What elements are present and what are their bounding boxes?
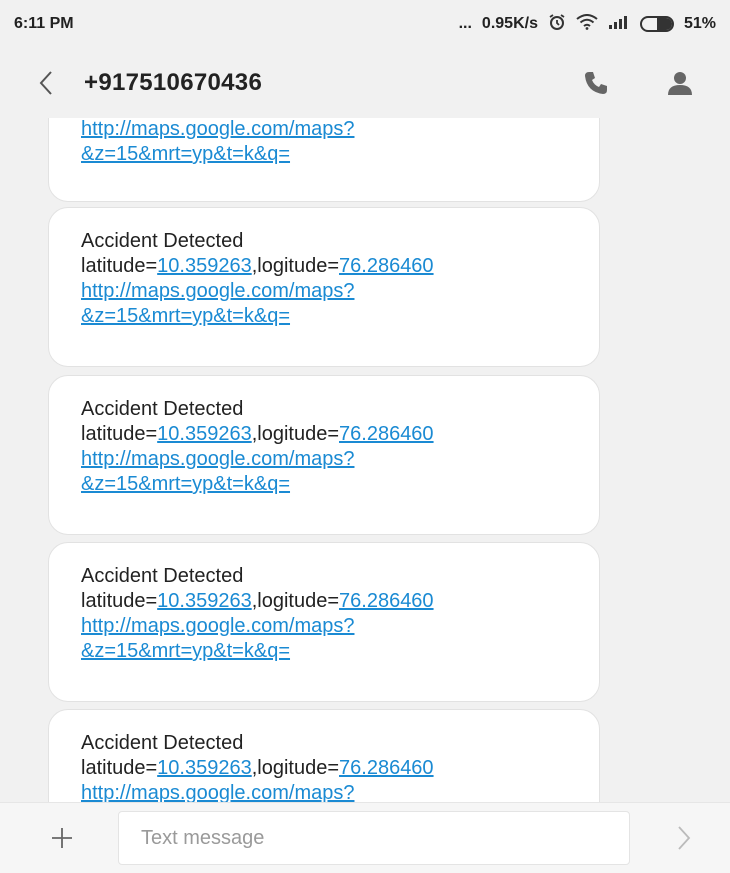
message-bubble-partial[interactable]: http://maps.google.com/maps? &z=15&mrt=y… [48, 118, 600, 202]
latitude-link[interactable]: 10.359263 [157, 255, 252, 277]
longitude-label: ,logitude= [251, 590, 340, 612]
latitude-label: latitude= [81, 423, 158, 445]
coordinates-line: latitude=10.359263,logitude=76.286460 [81, 589, 567, 614]
message-heading: Accident Detected [81, 230, 244, 252]
message-heading: Accident Detected [81, 732, 244, 754]
longitude-label: ,logitude= [251, 757, 340, 779]
map-link-line1[interactable]: http://maps.google.com/maps? [81, 448, 354, 470]
messaging-screen: 6:11 PM ... 0.95K/s 51% +917510670436 ht… [0, 0, 730, 873]
longitude-link[interactable]: 76.286460 [339, 590, 434, 612]
message-bubble[interactable]: Accident Detected latitude=10.359263,log… [48, 709, 600, 802]
longitude-link[interactable]: 76.286460 [339, 757, 434, 779]
battery-icon [639, 16, 674, 32]
alarm-icon [548, 13, 566, 36]
coordinates-line: latitude=10.359263,logitude=76.286460 [81, 756, 567, 781]
latitude-label: latitude= [81, 757, 158, 779]
message-heading: Accident Detected [81, 398, 244, 420]
map-link-line2[interactable]: &z=15&mrt=yp&t=k&q= [81, 640, 290, 662]
message-bubble[interactable]: Accident Detected latitude=10.359263,log… [48, 207, 600, 367]
latitude-label: latitude= [81, 590, 158, 612]
message-input-placeholder: Text message [141, 826, 265, 849]
contact-button[interactable] [660, 63, 700, 103]
longitude-label: ,logitude= [251, 255, 340, 277]
coordinates-line: latitude=10.359263,logitude=76.286460 [81, 422, 567, 447]
wifi-icon [576, 13, 598, 35]
map-link-line2[interactable]: &z=15&mrt=yp&t=k&q= [81, 473, 290, 495]
status-time: 6:11 PM [14, 15, 74, 32]
network-speed: 0.95K/s [481, 15, 538, 32]
status-indicators: ... 0.95K/s 51% [459, 13, 716, 36]
message-list: http://maps.google.com/maps? &z=15&mrt=y… [0, 118, 730, 802]
status-bar: 6:11 PM ... 0.95K/s 51% [0, 0, 730, 48]
longitude-link[interactable]: 76.286460 [339, 423, 434, 445]
map-link-line1[interactable]: http://maps.google.com/maps? [81, 118, 354, 140]
send-arrow-icon [678, 826, 691, 850]
status-dots: ... [458, 15, 472, 32]
map-link-line1[interactable]: http://maps.google.com/maps? [81, 615, 354, 637]
conversation-header: +917510670436 [0, 48, 730, 118]
call-button[interactable] [576, 63, 616, 103]
map-link-line2[interactable]: &z=15&mrt=yp&t=k&q= [81, 143, 290, 165]
signal-icon [608, 14, 630, 34]
contact-icon [668, 72, 692, 95]
map-link-line2[interactable]: &z=15&mrt=yp&t=k&q= [81, 305, 290, 327]
attach-button[interactable] [42, 818, 82, 858]
contact-number: +917510670436 [84, 69, 263, 96]
message-bubble[interactable]: Accident Detected latitude=10.359263,log… [48, 375, 600, 535]
send-button[interactable] [664, 818, 704, 858]
message-heading: Accident Detected [81, 565, 244, 587]
message-bubble[interactable]: Accident Detected latitude=10.359263,log… [48, 542, 600, 702]
latitude-link[interactable]: 10.359263 [157, 590, 252, 612]
longitude-link[interactable]: 76.286460 [339, 255, 434, 277]
message-input[interactable]: Text message [118, 811, 630, 865]
longitude-label: ,logitude= [251, 423, 340, 445]
compose-bar: Text message [0, 802, 730, 873]
map-link-line1[interactable]: http://maps.google.com/maps? [81, 782, 354, 802]
back-chevron-icon [39, 71, 52, 95]
latitude-link[interactable]: 10.359263 [157, 423, 252, 445]
battery-percent: 51% [683, 15, 716, 32]
phone-icon [585, 72, 607, 94]
map-link-line1[interactable]: http://maps.google.com/maps? [81, 280, 354, 302]
back-button[interactable] [34, 63, 58, 103]
plus-icon [52, 828, 72, 848]
latitude-link[interactable]: 10.359263 [157, 757, 252, 779]
latitude-label: latitude= [81, 255, 158, 277]
coordinates-line: latitude=10.359263,logitude=76.286460 [81, 254, 567, 279]
